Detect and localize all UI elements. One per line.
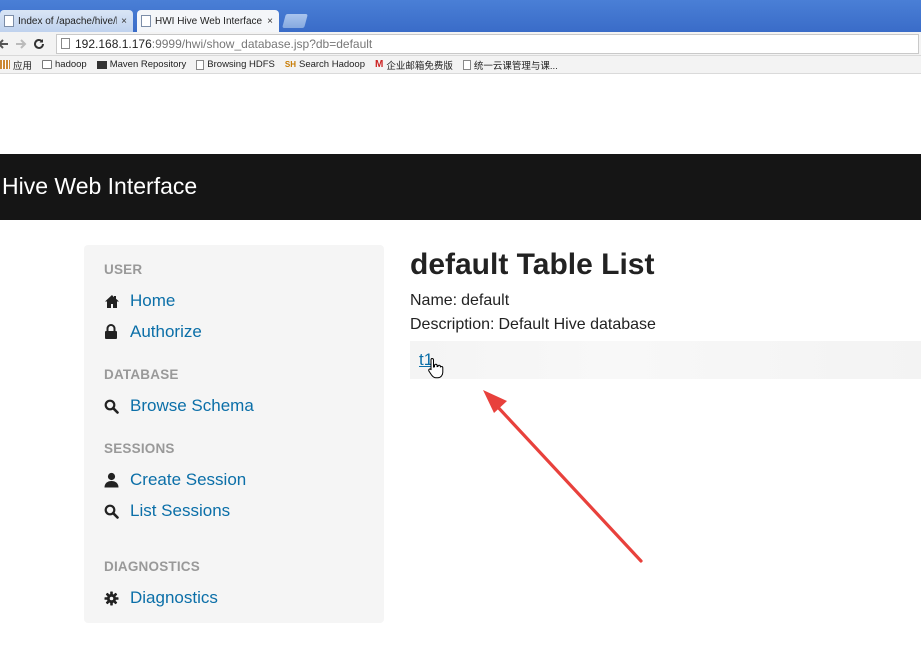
hand-cursor-icon	[428, 357, 444, 379]
table-row: t1	[410, 341, 921, 379]
search-icon	[104, 502, 124, 520]
sidebar-item-diagnostics[interactable]: Diagnostics	[104, 588, 218, 608]
bookmark-enterprise-mail[interactable]: M 企业邮箱免费版	[375, 58, 453, 72]
lock-icon	[104, 323, 124, 341]
database-description: Description: Default Hive database	[410, 316, 656, 334]
home-icon	[104, 292, 124, 310]
bookmark-hadoop[interactable]: hadoop	[42, 59, 87, 70]
top-navbar: Hive Web Interface	[0, 154, 921, 220]
search-icon	[104, 397, 124, 415]
bookmark-label: hadoop	[55, 59, 87, 70]
sidebar-item-create-session[interactable]: Create Session	[104, 470, 246, 490]
tab-title: Index of /apache/hive/l	[18, 15, 118, 27]
bookmark-label: 企业邮箱免费版	[386, 60, 453, 72]
user-icon	[104, 471, 124, 489]
sidebar-item-label: List Sessions	[130, 501, 231, 520]
url-host: 192.168.1.176	[75, 36, 152, 51]
bookmark-label: 统一云课管理与课...	[473, 60, 558, 72]
url-path: :9999/hwi/show_database.jsp?db=default	[151, 36, 373, 51]
name-value: default	[461, 292, 510, 309]
gmail-icon: M	[375, 59, 384, 70]
browser-tab-hwi[interactable]: HWI Hive Web Interface ×	[137, 10, 279, 32]
brand-link[interactable]: Hive Web Interface	[2, 173, 197, 200]
nav-header-database: DATABASE	[104, 367, 179, 382]
sidebar-item-label: Authorize	[130, 322, 202, 341]
back-icon[interactable]	[0, 35, 12, 53]
page-title: default Table List	[410, 248, 655, 281]
apps-icon	[0, 60, 10, 69]
sidebar-item-list-sessions[interactable]: List Sessions	[104, 501, 230, 521]
bookmark-course-admin[interactable]: 统一云课管理与课...	[462, 58, 558, 72]
reload-icon[interactable]	[30, 35, 48, 53]
bookmark-apps[interactable]: 应用	[0, 58, 32, 72]
sidebar-item-label: Create Session	[130, 470, 247, 489]
sidebar-item-label: Diagnostics	[130, 588, 218, 607]
page-icon	[141, 15, 151, 27]
database-name: Name: default	[410, 292, 509, 310]
new-tab-button[interactable]	[282, 14, 308, 28]
bookmark-search-hadoop[interactable]: SH Search Hadoop	[285, 59, 365, 70]
name-label: Name:	[410, 292, 458, 309]
page-icon	[196, 59, 205, 70]
bookmark-label: Browsing HDFS	[207, 59, 275, 70]
search-hadoop-icon: SH	[284, 60, 296, 69]
browser-tab-strip: Index of /apache/hive/l × HWI Hive Web I…	[0, 0, 921, 32]
nav-header-sessions: SESSIONS	[104, 441, 175, 456]
folder-icon	[42, 60, 53, 69]
page-icon	[61, 38, 70, 49]
tab-title: HWI Hive Web Interface	[155, 15, 263, 27]
page-icon	[4, 15, 14, 27]
browser-tab-index[interactable]: Index of /apache/hive/l ×	[0, 10, 133, 32]
bookmark-label: 应用	[13, 60, 33, 72]
sidebar-item-browse-schema[interactable]: Browse Schema	[104, 396, 254, 416]
close-icon[interactable]: ×	[267, 16, 273, 27]
forward-icon[interactable]	[12, 35, 30, 53]
sidebar: USER Home Authorize DATABASE Browse Sche…	[84, 245, 384, 623]
maven-icon	[96, 60, 107, 69]
nav-header-diagnostics: DIAGNOSTICS	[104, 559, 200, 574]
address-bar[interactable]: 192.168.1.176:9999/hwi/show_database.jsp…	[56, 33, 919, 54]
sidebar-item-home[interactable]: Home	[104, 291, 175, 311]
sidebar-item-label: Home	[130, 291, 176, 310]
bookmark-maven[interactable]: Maven Repository	[96, 59, 187, 70]
page-icon	[462, 59, 471, 70]
gear-icon	[104, 589, 124, 607]
description-label: Description:	[410, 316, 495, 333]
nav-header-user: USER	[104, 262, 143, 277]
bookmark-label: Maven Repository	[109, 59, 187, 70]
bookmark-label: Search Hadoop	[298, 59, 366, 70]
description-value: Default Hive database	[498, 316, 656, 333]
bookmarks-bar: 应用 hadoop Maven Repository Browsing HDFS…	[0, 56, 921, 74]
bookmark-browsing-hdfs[interactable]: Browsing HDFS	[196, 59, 275, 70]
sidebar-item-label: Browse Schema	[130, 396, 254, 415]
close-icon[interactable]: ×	[121, 16, 127, 27]
browser-toolbar: 192.168.1.176:9999/hwi/show_database.jsp…	[0, 32, 921, 56]
sidebar-item-authorize[interactable]: Authorize	[104, 322, 202, 342]
